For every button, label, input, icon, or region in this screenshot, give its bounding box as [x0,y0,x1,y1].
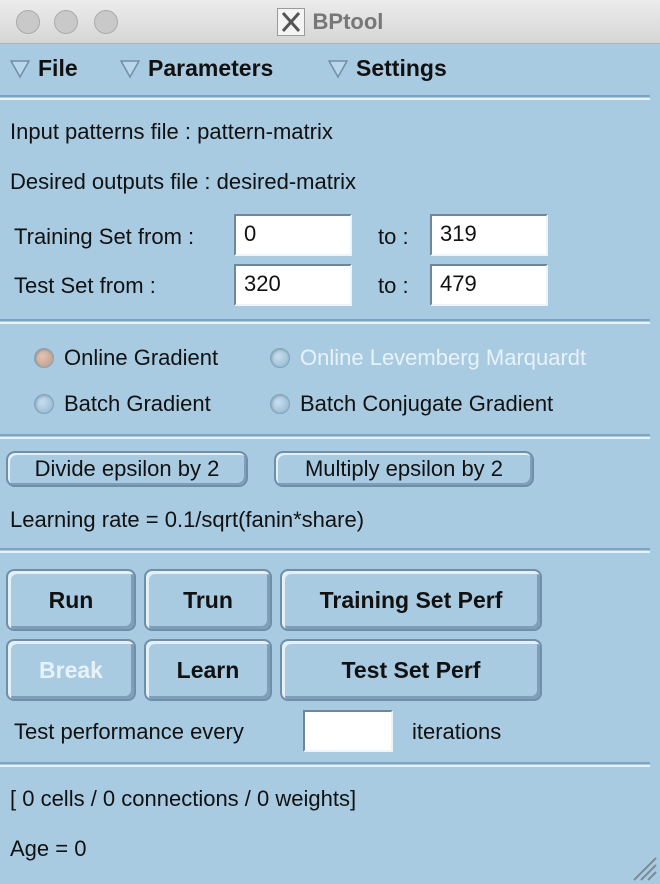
separator [0,319,650,324]
separator [0,548,650,553]
desired-outputs-label: Desired outputs file : [10,169,211,194]
title-bar: BPtool [0,0,660,44]
batch-cg-label: Batch Conjugate Gradient [300,391,554,416]
test-from-input[interactable]: 320 [234,264,352,306]
test-performance-label: Test performance every [14,719,244,744]
training-from-input[interactable]: 0 [234,214,352,256]
training-to-label: to : [378,224,409,249]
menu-settings-label: Settings [356,54,447,81]
window-title: BPtool [312,9,384,34]
desired-outputs-row: Desired outputs file : desired-matrix [10,169,356,195]
learn-button[interactable]: Learn [144,639,272,701]
menu-settings[interactable]: Settings [326,52,447,84]
x11-logo-icon [276,8,305,36]
input-patterns-value: pattern-matrix [197,119,333,144]
menu-file[interactable]: File [8,52,78,84]
triangle-down-icon [9,60,31,79]
radio-indicator [34,394,54,414]
iterations-label: iterations [412,719,502,744]
batch-gradient-radio[interactable]: Batch Gradient [34,391,211,417]
age-text: Age = 0 [10,836,87,861]
separator [0,762,650,767]
batch-cg-radio[interactable]: Batch Conjugate Gradient [270,391,553,417]
resize-grip-icon[interactable] [630,854,658,882]
break-button: Break [6,639,136,701]
online-lm-label: Online Levemberg Marquardt [300,345,587,370]
menu-file-label: File [38,54,78,81]
window-title-group: BPtool [0,0,660,44]
test-to-input[interactable]: 479 [430,264,548,306]
desired-outputs-value: desired-matrix [216,169,357,194]
triangle-down-icon [327,60,349,79]
input-patterns-label: Input patterns file : [10,119,191,144]
online-lm-radio: Online Levemberg Marquardt [270,345,586,371]
radio-indicator [270,394,290,414]
batch-gradient-label: Batch Gradient [64,391,211,416]
radio-indicator [270,348,290,368]
radio-selected-indicator [34,348,54,368]
trun-button[interactable]: Trun [144,569,272,631]
menu-parameters-label: Parameters [148,54,274,81]
training-set-label: Training Set from : [14,224,195,249]
test-set-perf-button[interactable]: Test Set Perf [280,639,542,701]
divide-epsilon-button[interactable]: Divide epsilon by 2 [6,451,248,487]
test-interval-input[interactable] [303,710,393,752]
triangle-down-icon [119,60,141,79]
separator [0,434,650,439]
test-set-label: Test Set from : [14,273,156,298]
multiply-epsilon-button[interactable]: Multiply epsilon by 2 [274,451,534,487]
learning-rate-text: Learning rate = 0.1/sqrt(fanin*share) [10,507,365,532]
training-to-input[interactable]: 319 [430,214,548,256]
online-gradient-radio[interactable]: Online Gradient [34,345,218,371]
input-patterns-row: Input patterns file : pattern-matrix [10,119,333,145]
network-status-text: [ 0 cells / 0 connections / 0 weights] [10,786,357,811]
menu-parameters[interactable]: Parameters [118,52,273,84]
separator [0,95,650,100]
training-set-perf-button[interactable]: Training Set Perf [280,569,542,631]
test-to-label: to : [378,273,409,298]
online-gradient-label: Online Gradient [64,345,219,370]
run-button[interactable]: Run [6,569,136,631]
